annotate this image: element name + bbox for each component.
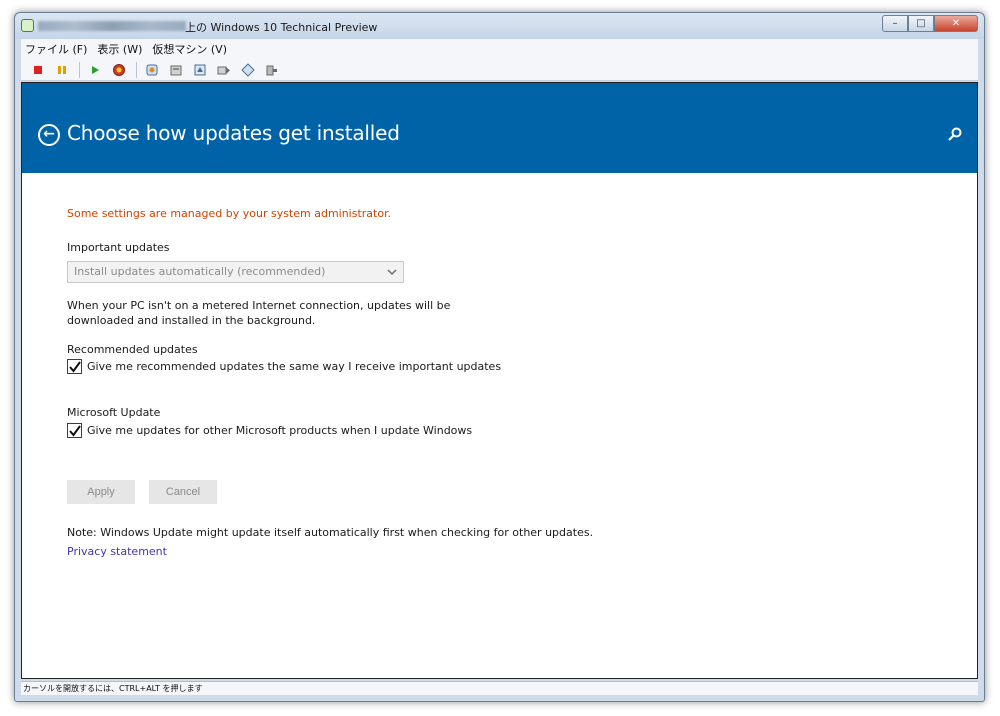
- menu-vm[interactable]: 仮想マシン (V): [152, 41, 227, 57]
- vm-menubar: ファイル (F) 表示 (W) 仮想マシン (V): [21, 39, 978, 59]
- checkmark-icon: [68, 424, 81, 437]
- checkmark-icon: [68, 360, 81, 373]
- update-description: When your PC isn't on a metered Internet…: [67, 299, 451, 327]
- apply-button[interactable]: Apply: [67, 480, 135, 504]
- usb-icon[interactable]: [237, 61, 259, 79]
- recommended-updates-row[interactable]: Give me recommended updates the same way…: [67, 359, 501, 374]
- chevron-down-icon: [387, 269, 397, 276]
- vm-window: 上の Windows 10 Technical Preview – □ ✕ ファ…: [14, 12, 985, 702]
- recommended-updates-label: Recommended updates: [67, 343, 198, 356]
- window-controls: – □ ✕: [882, 15, 978, 32]
- recommended-updates-checkbox[interactable]: [67, 359, 82, 374]
- vm-titlebar[interactable]: 上の Windows 10 Technical Preview – □ ✕: [15, 13, 984, 39]
- play-icon[interactable]: [84, 61, 106, 79]
- microsoft-update-checkbox-label: Give me updates for other Microsoft prod…: [87, 424, 473, 437]
- pause-icon[interactable]: [51, 61, 73, 79]
- menu-file[interactable]: ファイル (F): [25, 41, 87, 57]
- settings-icon[interactable]: [189, 61, 211, 79]
- minimize-icon[interactable]: –: [882, 15, 908, 32]
- vm-statusbar: カーソルを開放するには、CTRL+ALT を押します: [21, 681, 978, 695]
- important-updates-label: Important updates: [67, 241, 170, 254]
- blurred-hostname: [38, 21, 186, 31]
- page-title: Choose how updates get installed: [67, 121, 400, 145]
- vm-title: 上の Windows 10 Technical Preview: [185, 21, 378, 34]
- microsoft-update-checkbox[interactable]: [67, 423, 82, 438]
- menu-view[interactable]: 表示 (W): [97, 41, 142, 57]
- maximize-icon[interactable]: □: [908, 15, 934, 32]
- revert-icon[interactable]: [165, 61, 187, 79]
- close-icon[interactable]: ✕: [934, 15, 978, 32]
- vm-app-icon: [21, 19, 34, 32]
- cancel-button[interactable]: Cancel: [149, 480, 217, 504]
- important-updates-select[interactable]: Install updates automatically (recommend…: [67, 261, 404, 283]
- toolbar-separator: [79, 61, 80, 78]
- recommended-updates-checkbox-label: Give me recommended updates the same way…: [87, 360, 502, 373]
- microsoft-update-label: Microsoft Update: [67, 406, 161, 419]
- privacy-statement-link[interactable]: Privacy statement: [67, 545, 167, 558]
- search-icon[interactable]: [947, 126, 963, 142]
- toolbar-separator: [136, 61, 137, 78]
- snapshot-icon[interactable]: [141, 61, 163, 79]
- update-note: Note: Windows Update might update itself…: [67, 526, 594, 539]
- stop-icon[interactable]: [27, 61, 49, 79]
- reset-icon[interactable]: [108, 61, 130, 79]
- admin-warning: Some settings are managed by your system…: [67, 207, 392, 220]
- back-arrow-icon[interactable]: ←: [38, 124, 60, 146]
- send-keys-icon[interactable]: [213, 61, 235, 79]
- microsoft-update-row[interactable]: Give me updates for other Microsoft prod…: [67, 423, 472, 438]
- settings-header: ← Choose how updates get installed: [22, 83, 977, 173]
- select-value: Install updates automatically (recommend…: [74, 265, 326, 278]
- vm-toolbar: [21, 59, 978, 81]
- guest-screen: ← Choose how updates get installed Some …: [21, 82, 978, 679]
- tools-icon[interactable]: [261, 61, 283, 79]
